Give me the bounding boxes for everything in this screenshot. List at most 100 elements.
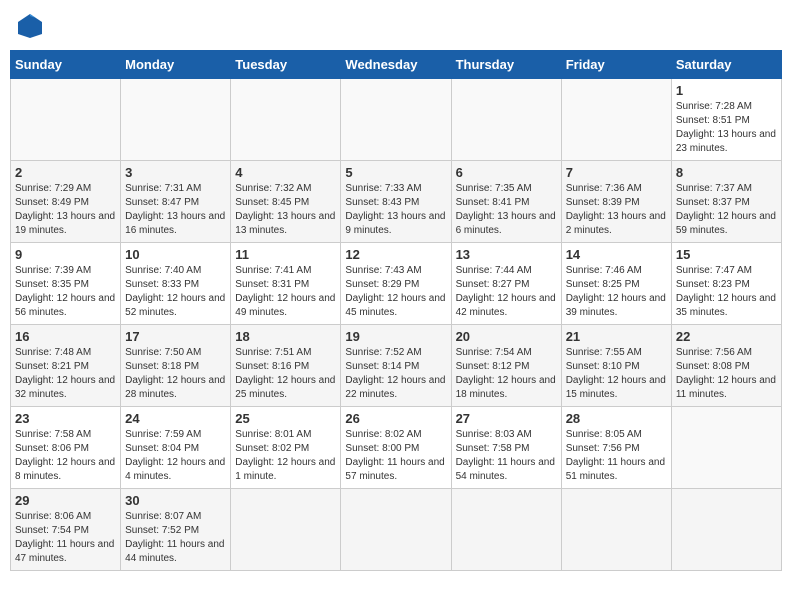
calendar-cell: [451, 79, 561, 161]
calendar-cell: 7 Sunrise: 7:36 AMSunset: 8:39 PMDayligh…: [561, 161, 671, 243]
day-number: 29: [15, 493, 116, 508]
day-number: 27: [456, 411, 557, 426]
day-number: 2: [15, 165, 116, 180]
day-number: 26: [345, 411, 446, 426]
calendar-cell: [341, 79, 451, 161]
calendar-cell: 9 Sunrise: 7:39 AMSunset: 8:35 PMDayligh…: [11, 243, 121, 325]
calendar-cell: [341, 489, 451, 571]
week-row-0: 1 Sunrise: 7:28 AMSunset: 8:51 PMDayligh…: [11, 79, 782, 161]
calendar-cell: 21 Sunrise: 7:55 AMSunset: 8:10 PMDaylig…: [561, 325, 671, 407]
calendar-cell: 27 Sunrise: 8:03 AMSunset: 7:58 PMDaylig…: [451, 407, 561, 489]
calendar-cell: [451, 489, 561, 571]
day-info: Sunrise: 7:47 AMSunset: 8:23 PMDaylight:…: [676, 265, 776, 318]
day-info: Sunrise: 8:06 AMSunset: 7:54 PMDaylight:…: [15, 511, 114, 564]
day-info: Sunrise: 7:39 AMSunset: 8:35 PMDaylight:…: [15, 265, 115, 318]
calendar-cell: 14 Sunrise: 7:46 AMSunset: 8:25 PMDaylig…: [561, 243, 671, 325]
day-number: 19: [345, 329, 446, 344]
calendar-cell: 29 Sunrise: 8:06 AMSunset: 7:54 PMDaylig…: [11, 489, 121, 571]
day-info: Sunrise: 7:58 AMSunset: 8:06 PMDaylight:…: [15, 429, 115, 482]
week-row-1: 2 Sunrise: 7:29 AMSunset: 8:49 PMDayligh…: [11, 161, 782, 243]
day-info: Sunrise: 7:56 AMSunset: 8:08 PMDaylight:…: [676, 347, 776, 400]
header-friday: Friday: [561, 51, 671, 79]
day-number: 17: [125, 329, 226, 344]
day-info: Sunrise: 7:32 AMSunset: 8:45 PMDaylight:…: [235, 183, 335, 236]
day-number: 11: [235, 247, 336, 262]
calendar-cell: 12 Sunrise: 7:43 AMSunset: 8:29 PMDaylig…: [341, 243, 451, 325]
day-number: 22: [676, 329, 777, 344]
day-number: 3: [125, 165, 226, 180]
calendar-cell: 24 Sunrise: 7:59 AMSunset: 8:04 PMDaylig…: [121, 407, 231, 489]
calendar-cell: [231, 79, 341, 161]
header-monday: Monday: [121, 51, 231, 79]
day-number: 7: [566, 165, 667, 180]
logo: [14, 10, 50, 42]
week-row-4: 23 Sunrise: 7:58 AMSunset: 8:06 PMDaylig…: [11, 407, 782, 489]
day-number: 9: [15, 247, 116, 262]
calendar-cell: 15 Sunrise: 7:47 AMSunset: 8:23 PMDaylig…: [671, 243, 781, 325]
calendar-cell: 8 Sunrise: 7:37 AMSunset: 8:37 PMDayligh…: [671, 161, 781, 243]
calendar-cell: 1 Sunrise: 7:28 AMSunset: 8:51 PMDayligh…: [671, 79, 781, 161]
calendar-cell: 10 Sunrise: 7:40 AMSunset: 8:33 PMDaylig…: [121, 243, 231, 325]
day-info: Sunrise: 7:50 AMSunset: 8:18 PMDaylight:…: [125, 347, 225, 400]
calendar-cell: 13 Sunrise: 7:44 AMSunset: 8:27 PMDaylig…: [451, 243, 561, 325]
day-number: 14: [566, 247, 667, 262]
day-info: Sunrise: 7:28 AMSunset: 8:51 PMDaylight:…: [676, 101, 776, 154]
day-info: Sunrise: 7:40 AMSunset: 8:33 PMDaylight:…: [125, 265, 225, 318]
calendar-cell: [231, 489, 341, 571]
day-number: 16: [15, 329, 116, 344]
day-info: Sunrise: 8:05 AMSunset: 7:56 PMDaylight:…: [566, 429, 665, 482]
day-number: 23: [15, 411, 116, 426]
day-info: Sunrise: 7:48 AMSunset: 8:21 PMDaylight:…: [15, 347, 115, 400]
day-info: Sunrise: 7:43 AMSunset: 8:29 PMDaylight:…: [345, 265, 445, 318]
calendar-cell: [121, 79, 231, 161]
calendar-cell: 4 Sunrise: 7:32 AMSunset: 8:45 PMDayligh…: [231, 161, 341, 243]
calendar-cell: 5 Sunrise: 7:33 AMSunset: 8:43 PMDayligh…: [341, 161, 451, 243]
calendar-cell: [561, 489, 671, 571]
header-sunday: Sunday: [11, 51, 121, 79]
calendar-table: SundayMondayTuesdayWednesdayThursdayFrid…: [10, 50, 782, 571]
day-info: Sunrise: 8:01 AMSunset: 8:02 PMDaylight:…: [235, 429, 335, 482]
day-info: Sunrise: 7:52 AMSunset: 8:14 PMDaylight:…: [345, 347, 445, 400]
day-info: Sunrise: 7:35 AMSunset: 8:41 PMDaylight:…: [456, 183, 556, 236]
calendar-cell: 28 Sunrise: 8:05 AMSunset: 7:56 PMDaylig…: [561, 407, 671, 489]
calendar-cell: 17 Sunrise: 7:50 AMSunset: 8:18 PMDaylig…: [121, 325, 231, 407]
day-info: Sunrise: 7:37 AMSunset: 8:37 PMDaylight:…: [676, 183, 776, 236]
logo-icon: [14, 10, 46, 42]
day-number: 6: [456, 165, 557, 180]
calendar-cell: 2 Sunrise: 7:29 AMSunset: 8:49 PMDayligh…: [11, 161, 121, 243]
day-number: 13: [456, 247, 557, 262]
day-number: 28: [566, 411, 667, 426]
calendar-cell: 19 Sunrise: 7:52 AMSunset: 8:14 PMDaylig…: [341, 325, 451, 407]
day-number: 12: [345, 247, 446, 262]
page-header: [10, 10, 782, 42]
header-saturday: Saturday: [671, 51, 781, 79]
day-info: Sunrise: 7:36 AMSunset: 8:39 PMDaylight:…: [566, 183, 666, 236]
calendar-cell: 20 Sunrise: 7:54 AMSunset: 8:12 PMDaylig…: [451, 325, 561, 407]
calendar-cell: [561, 79, 671, 161]
day-number: 30: [125, 493, 226, 508]
week-row-2: 9 Sunrise: 7:39 AMSunset: 8:35 PMDayligh…: [11, 243, 782, 325]
calendar-cell: 23 Sunrise: 7:58 AMSunset: 8:06 PMDaylig…: [11, 407, 121, 489]
calendar-cell: 25 Sunrise: 8:01 AMSunset: 8:02 PMDaylig…: [231, 407, 341, 489]
day-info: Sunrise: 7:44 AMSunset: 8:27 PMDaylight:…: [456, 265, 556, 318]
day-number: 5: [345, 165, 446, 180]
calendar-cell: 6 Sunrise: 7:35 AMSunset: 8:41 PMDayligh…: [451, 161, 561, 243]
calendar-cell: [671, 489, 781, 571]
day-number: 25: [235, 411, 336, 426]
day-info: Sunrise: 7:29 AMSunset: 8:49 PMDaylight:…: [15, 183, 115, 236]
calendar-cell: 11 Sunrise: 7:41 AMSunset: 8:31 PMDaylig…: [231, 243, 341, 325]
calendar-cell: 22 Sunrise: 7:56 AMSunset: 8:08 PMDaylig…: [671, 325, 781, 407]
day-info: Sunrise: 7:33 AMSunset: 8:43 PMDaylight:…: [345, 183, 445, 236]
day-info: Sunrise: 7:55 AMSunset: 8:10 PMDaylight:…: [566, 347, 666, 400]
day-info: Sunrise: 7:54 AMSunset: 8:12 PMDaylight:…: [456, 347, 556, 400]
calendar-cell: 3 Sunrise: 7:31 AMSunset: 8:47 PMDayligh…: [121, 161, 231, 243]
header-tuesday: Tuesday: [231, 51, 341, 79]
day-number: 21: [566, 329, 667, 344]
calendar-cell: 16 Sunrise: 7:48 AMSunset: 8:21 PMDaylig…: [11, 325, 121, 407]
day-number: 18: [235, 329, 336, 344]
day-info: Sunrise: 7:51 AMSunset: 8:16 PMDaylight:…: [235, 347, 335, 400]
day-number: 15: [676, 247, 777, 262]
calendar-header-row: SundayMondayTuesdayWednesdayThursdayFrid…: [11, 51, 782, 79]
day-info: Sunrise: 8:02 AMSunset: 8:00 PMDaylight:…: [345, 429, 444, 482]
header-wednesday: Wednesday: [341, 51, 451, 79]
